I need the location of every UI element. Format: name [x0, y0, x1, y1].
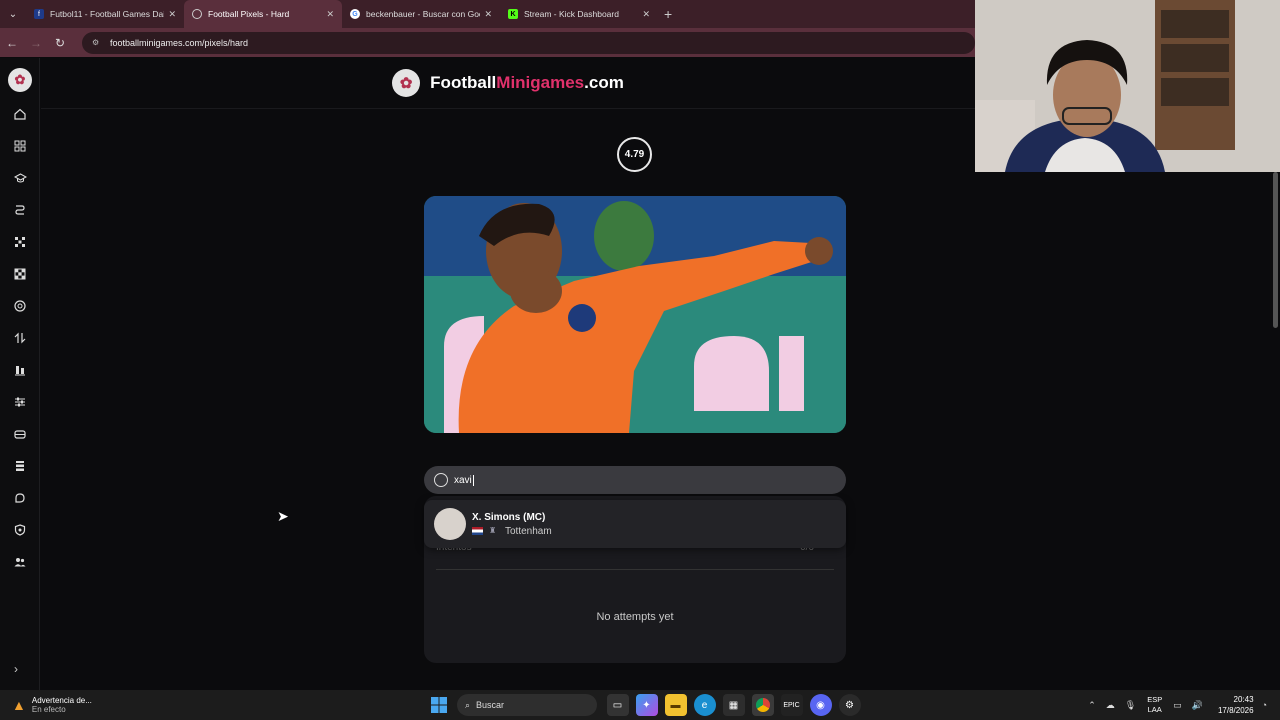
warning-icon: ▲ [12, 697, 26, 713]
text-caret [472, 474, 474, 486]
chessboard-icon[interactable] [11, 265, 29, 283]
mouse-pointer-icon: ➤ [277, 508, 289, 524]
empty-state-text: No attempts yet [596, 611, 674, 623]
suggestion-item[interactable]: X. Simons (MC) ♜ Tottenham [424, 500, 846, 548]
clock-date: 17/8/2026 [1217, 706, 1254, 715]
player-search-input[interactable]: xavi [424, 466, 846, 494]
clock-time: 20:43 [1233, 695, 1254, 704]
weather-alert-widget[interactable]: ▲ Advertencia de... En efecto [0, 696, 200, 714]
close-icon[interactable]: ✕ [642, 9, 650, 20]
score-badge: 4.79 [617, 137, 652, 172]
tab-kick[interactable]: K Stream - Kick Dashboard ✕ [500, 0, 658, 28]
puzzle-icon[interactable] [11, 489, 29, 507]
search-icon: ⌕ [465, 699, 471, 710]
tab-futbol11[interactable]: f Futbol11 - Football Games Daily ✕ [26, 0, 184, 28]
transfer-icon[interactable] [11, 329, 29, 347]
close-icon[interactable]: ✕ [326, 9, 334, 20]
page-scrollbar[interactable] [1271, 172, 1280, 690]
new-tab-button[interactable]: + [664, 6, 672, 22]
brand-suffix: .com [584, 73, 624, 92]
bars-icon[interactable] [11, 361, 29, 379]
site-info-icon[interactable]: ⚙ [92, 38, 102, 47]
pixelated-player-image [424, 196, 846, 433]
close-icon[interactable]: ✕ [484, 9, 492, 20]
windows-taskbar: ▲ Advertencia de... En efecto ⌕ Buscar ▭… [0, 690, 1280, 720]
forward-icon[interactable]: → [24, 36, 48, 50]
tab-title: beckenbauer - Buscar con Google [366, 9, 480, 19]
chevron-right-icon[interactable]: › [14, 662, 18, 676]
kick-favicon: K [508, 9, 518, 19]
epic-games-icon[interactable]: EPIC [780, 694, 803, 716]
alert-title: Advertencia de... [31, 696, 92, 705]
discord-icon[interactable]: ◉ [809, 694, 832, 716]
grid-icon[interactable] [11, 137, 29, 155]
home-icon[interactable] [11, 105, 29, 123]
divider [436, 569, 834, 570]
notification-icon[interactable]: ◔ [1262, 700, 1267, 710]
brand-prefix: Football [430, 73, 497, 92]
club-crest-icon: ♜ [489, 526, 497, 535]
sidebar: ✿ [0, 58, 40, 690]
search-icon [434, 473, 448, 487]
copilot-icon[interactable]: ✦ [635, 694, 658, 716]
site-header: ✿ Football Minigames .com [41, 58, 975, 109]
route-icon[interactable] [11, 201, 29, 219]
netherlands-flag-icon [472, 527, 483, 535]
microphone-icon[interactable]: 🎙 [1125, 700, 1136, 711]
shield-icon[interactable] [11, 521, 29, 539]
brain-logo-icon: ✿ [392, 69, 421, 97]
file-explorer-icon[interactable]: ▬ [664, 694, 687, 716]
taskbar-search-placeholder: Buscar [476, 700, 505, 710]
stack-icon[interactable] [11, 457, 29, 475]
taskbar-search[interactable]: ⌕ Buscar [457, 694, 597, 716]
browser-tab-bar: ⌄ f Futbol11 - Football Games Daily ✕ Fo… [0, 0, 975, 28]
ball-icon[interactable] [11, 297, 29, 315]
lang-bottom: LAA [1147, 705, 1162, 714]
tab-search-icon[interactable]: ⌄ [0, 0, 26, 28]
task-view-icon[interactable]: ▭ [606, 694, 629, 716]
taskbar-clock[interactable]: 20:43 17/8/2026 [1218, 694, 1254, 716]
store-icon[interactable]: ▦ [722, 694, 745, 716]
language-indicator[interactable]: ESP LAA [1147, 695, 1162, 715]
steam-icon[interactable]: ⚙ [838, 694, 861, 716]
chevron-up-icon[interactable]: ⌃ [1088, 700, 1096, 711]
tab-google[interactable]: G beckenbauer - Buscar con Google ✕ [342, 0, 500, 28]
reload-icon[interactable]: ↻ [48, 36, 72, 50]
sliders-icon[interactable] [11, 393, 29, 411]
futbol11-favicon: f [34, 9, 44, 19]
tab-football-pixels[interactable]: Football Pixels - Hard ✕ [184, 0, 342, 28]
matrix-icon[interactable] [11, 233, 29, 251]
onedrive-icon[interactable]: ☁ [1106, 700, 1115, 711]
webcam-overlay [975, 0, 1280, 172]
graduation-icon[interactable] [11, 169, 29, 187]
lang-top: ESP [1147, 695, 1163, 704]
network-icon[interactable]: ▭ [1173, 700, 1182, 711]
globe-favicon [192, 9, 202, 19]
alert-subtitle: En efecto [31, 705, 66, 714]
scrollbar-thumb[interactable] [1273, 172, 1278, 328]
brand-highlight: Minigames [496, 73, 585, 92]
brain-logo-icon[interactable]: ✿ [8, 68, 32, 92]
suggestion-club: Tottenham [505, 525, 552, 537]
stadium-icon[interactable] [11, 425, 29, 443]
suggestion-name: X. Simons (MC) [472, 511, 546, 523]
volume-icon[interactable]: 🔊 [1192, 700, 1203, 711]
tab-title: Stream - Kick Dashboard [524, 9, 619, 19]
url-text: footballminigames.com/pixels/hard [110, 37, 249, 48]
tab-title: Football Pixels - Hard [208, 9, 290, 19]
tab-title: Futbol11 - Football Games Daily [50, 9, 165, 19]
search-value: xavi [454, 474, 472, 486]
chrome-icon[interactable] [751, 694, 774, 716]
windows-start-icon[interactable] [428, 694, 450, 716]
google-favicon: G [350, 9, 360, 19]
users-icon[interactable] [11, 553, 29, 571]
player-avatar [434, 508, 466, 540]
url-bar[interactable]: ⚙ footballminigames.com/pixels/hard [82, 31, 975, 54]
edge-icon[interactable]: e [693, 694, 716, 716]
address-toolbar: ← → ↻ ⚙ footballminigames.com/pixels/har… [0, 28, 975, 57]
site-logo[interactable]: ✿ Football Minigames .com [392, 69, 624, 97]
close-icon[interactable]: ✕ [168, 9, 176, 20]
back-icon[interactable]: ← [0, 36, 24, 50]
